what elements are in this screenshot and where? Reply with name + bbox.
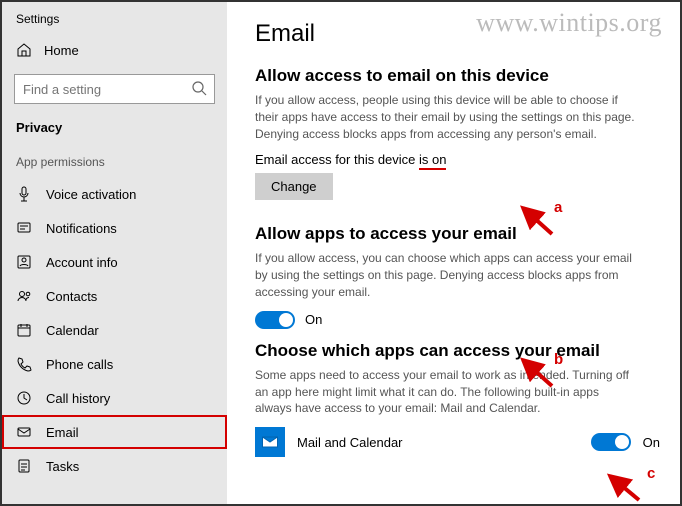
sidebar-item-label: Calendar	[46, 323, 99, 338]
app-row: Mail and Calendar On	[255, 427, 660, 457]
group-device-access: Allow access to email on this device If …	[255, 66, 660, 200]
sidebar-item-call-history[interactable]: Call history	[2, 381, 227, 415]
home-icon	[16, 42, 32, 58]
change-button[interactable]: Change	[255, 173, 333, 200]
sidebar-item-contacts[interactable]: Contacts	[2, 279, 227, 313]
mail-app-icon	[255, 427, 285, 457]
notifications-icon	[16, 220, 32, 236]
sidebar-item-label: Call history	[46, 391, 110, 406]
arrow-c	[604, 470, 644, 504]
email-icon	[16, 424, 32, 440]
group-heading: Allow access to email on this device	[255, 66, 660, 86]
sidebar-item-label: Account info	[46, 255, 118, 270]
subsection-label: App permissions	[2, 149, 227, 177]
microphone-icon	[16, 186, 32, 202]
search-icon	[191, 80, 207, 96]
main-content: Email Allow access to email on this devi…	[227, 2, 680, 504]
sidebar-item-phone-calls[interactable]: Phone calls	[2, 347, 227, 381]
sidebar-item-label: Email	[46, 425, 79, 440]
group-app-access: Allow apps to access your email If you a…	[255, 224, 660, 328]
sidebar-item-label: Voice activation	[46, 187, 136, 202]
status-prefix: Email access for this device	[255, 152, 419, 167]
arrow-a	[517, 202, 557, 238]
sidebar-item-voice-activation[interactable]: Voice activation	[2, 177, 227, 211]
group-description: If you allow access, you can choose whic…	[255, 250, 635, 300]
home-label: Home	[44, 43, 79, 58]
sidebar-item-label: Tasks	[46, 459, 79, 474]
sidebar-item-notifications[interactable]: Notifications	[2, 211, 227, 245]
sidebar-item-email[interactable]: Email	[2, 415, 227, 449]
sidebar-item-account-info[interactable]: Account info	[2, 245, 227, 279]
app-name: Mail and Calendar	[297, 435, 579, 450]
sidebar-item-label: Notifications	[46, 221, 117, 236]
group-heading: Choose which apps can access your email	[255, 341, 660, 361]
group-description: Some apps need to access your email to w…	[255, 367, 635, 417]
arrow-b	[517, 354, 557, 390]
annotation-c: c	[647, 465, 655, 482]
section-heading: Privacy	[2, 116, 227, 149]
account-icon	[16, 254, 32, 270]
home-button[interactable]: Home	[2, 32, 227, 68]
group-description: If you allow access, people using this d…	[255, 92, 635, 142]
sidebar-item-label: Phone calls	[46, 357, 113, 372]
contacts-icon	[16, 288, 32, 304]
phone-icon	[16, 356, 32, 372]
sidebar-item-tasks[interactable]: Tasks	[2, 449, 227, 483]
device-access-status: Email access for this device is on	[255, 152, 660, 167]
app-toggle[interactable]	[591, 433, 631, 451]
apps-access-toggle[interactable]	[255, 311, 295, 329]
nav-list: Voice activation Notifications Account i…	[2, 177, 227, 483]
toggle-label: On	[305, 312, 322, 327]
sidebar: Settings Home Privacy App permissions Vo…	[2, 2, 227, 504]
sidebar-item-label: Contacts	[46, 289, 97, 304]
search-box[interactable]	[14, 74, 215, 104]
group-heading: Allow apps to access your email	[255, 224, 660, 244]
search-input[interactable]	[14, 74, 215, 104]
tasks-icon	[16, 458, 32, 474]
app-toggle-label: On	[643, 435, 660, 450]
app-title: Settings	[2, 12, 227, 32]
status-value: is on	[419, 152, 446, 170]
watermark: www.wintips.org	[476, 8, 662, 38]
calendar-icon	[16, 322, 32, 338]
sidebar-item-calendar[interactable]: Calendar	[2, 313, 227, 347]
history-icon	[16, 390, 32, 406]
group-choose-apps: Choose which apps can access your email …	[255, 341, 660, 457]
